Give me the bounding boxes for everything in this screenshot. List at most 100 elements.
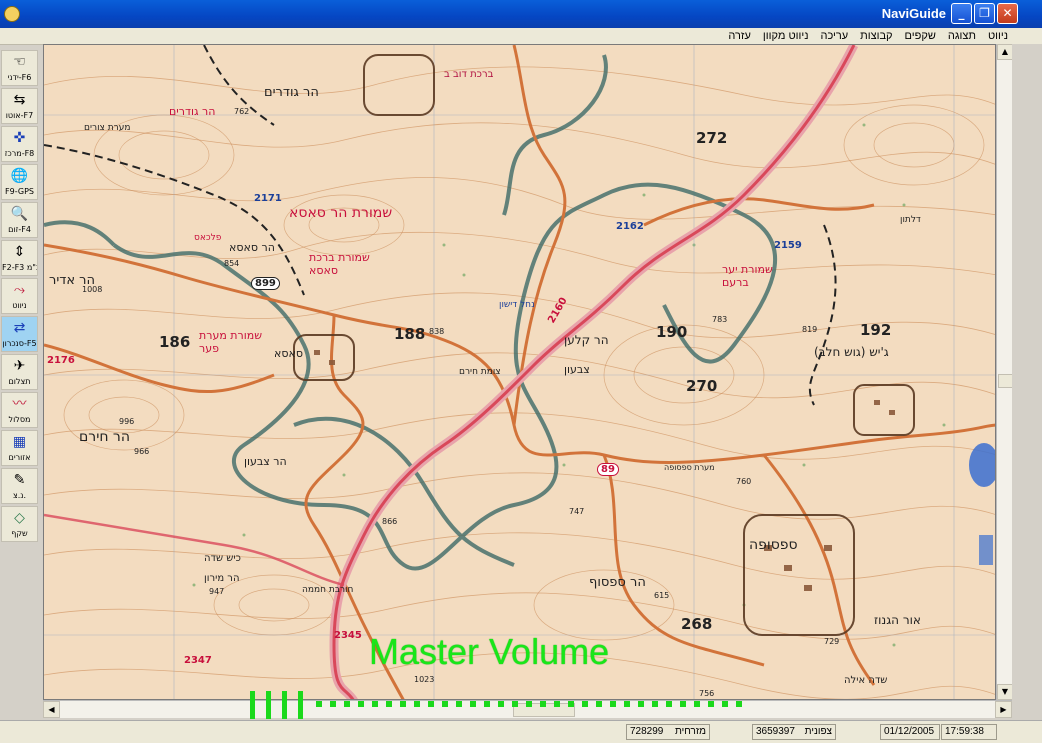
osd-volume-dot (652, 701, 658, 707)
tool-gps-button[interactable]: 🌐 F9-GPS (1, 164, 38, 200)
north-label: צפונית (804, 726, 832, 737)
tool-manual-button[interactable]: ☜ ידני-F6 (1, 50, 38, 86)
road-number: 2171 (254, 193, 282, 204)
east-coordinate: 728299 מזרחית (626, 724, 710, 740)
scroll-down-icon[interactable]: ▼ (997, 684, 1013, 700)
menu-layers[interactable]: שקפים (905, 28, 936, 44)
osd-volume-dot (316, 701, 322, 707)
east-label: מזרחית (674, 726, 706, 737)
map-label: מערת ספסופה (664, 463, 715, 472)
tool-sync-button[interactable]: ⇄ סנכרון-F5 (1, 316, 38, 352)
north-coordinate: 3659397 צפונית (752, 724, 836, 740)
osd-volume-tick (298, 691, 303, 719)
areas-icon: ▦ (12, 434, 27, 450)
tool-center-button[interactable]: ✜ מרכז-F8 (1, 126, 38, 162)
scroll-left-icon[interactable]: ◀ (43, 701, 60, 718)
tool-route-button[interactable]: ⤳ ניווט (1, 278, 38, 314)
osd-volume-dot (484, 701, 490, 707)
route-icon: ⤳ (13, 282, 26, 298)
hand-pointer-icon: ☜ (13, 54, 26, 70)
maximize-button[interactable]: ❐ (974, 3, 995, 24)
map-label: הר חירם (79, 429, 130, 445)
osd-volume-dot (540, 701, 546, 707)
osd-volume-dot (624, 701, 630, 707)
osd-volume-dot (582, 701, 588, 707)
window-edge (1012, 44, 1042, 720)
tool-areas-button[interactable]: ▦ אזורים (1, 430, 38, 466)
map-label: הר סאסא (229, 241, 275, 254)
map-label: מערת צורים (84, 123, 131, 133)
spot-height: 756 (699, 689, 715, 698)
track-icon: 〰 (12, 396, 27, 412)
vertical-scroll-thumb[interactable] (998, 374, 1013, 388)
osd-volume-dot (498, 701, 504, 707)
osd-volume-dot (596, 701, 602, 707)
status-bar: 728299 מזרחית 3659397 צפונית 01/12/2005 … (0, 720, 1042, 743)
spot-height: 729 (824, 637, 840, 646)
osd-volume-tick (282, 691, 287, 719)
window-title: NaviGuide (881, 6, 946, 21)
osd-volume-dot (526, 701, 532, 707)
map-label: הר מירון (204, 573, 240, 584)
layer-icon: ◇ (14, 510, 25, 526)
tool-scale-button[interactable]: ⇕F2-F3 קנ"מ (1, 240, 38, 276)
osd-volume-dot (358, 701, 364, 707)
osd-volume-dot (414, 701, 420, 707)
vertical-scrollbar[interactable]: ▲ ▼ (996, 44, 1013, 700)
osd-volume-dot (736, 701, 742, 707)
tool-zoom-button[interactable]: 🔍 זום-F4 (1, 202, 38, 238)
tool-auto-button[interactable]: ⇆ אוטו-F7 (1, 88, 38, 124)
map-label: נחל דישון (499, 300, 535, 310)
spot-height: 866 (382, 517, 398, 526)
road-number: 2176 (47, 355, 75, 366)
osd-volume-dot (512, 701, 518, 707)
map-label: צבעון (564, 363, 590, 376)
scroll-right-icon[interactable]: ▶ (995, 701, 1012, 718)
menu-online-navigation[interactable]: ניווט מקוון (763, 28, 809, 44)
menu-groups[interactable]: קבוצות (860, 28, 892, 44)
osd-volume-dot (708, 701, 714, 707)
spot-height: 819 (802, 325, 818, 334)
map-label: דלתון (900, 215, 921, 225)
tool-track-button[interactable]: 〰 מסלול (1, 392, 38, 428)
scroll-up-icon[interactable]: ▲ (997, 44, 1013, 60)
map-label: צומת חירם (459, 367, 501, 377)
close-button[interactable]: ✕ (997, 3, 1018, 24)
spot-height: 762 (234, 107, 250, 116)
spot-height: 747 (569, 507, 585, 516)
osd-volume-dot (470, 701, 476, 707)
menu-navigation[interactable]: ניווט (988, 28, 1008, 44)
osd-volume-dot (694, 701, 700, 707)
osd-master-volume-text: Master Volume (369, 631, 610, 672)
map-label: סאסא (274, 347, 303, 360)
spot-height: 783 (712, 315, 728, 324)
osd-volume-tick (250, 691, 255, 719)
menu-bar: ניווט תצוגה שקפים קבוצות עריכה ניווט מקו… (0, 28, 1042, 45)
menu-view[interactable]: תצוגה (948, 28, 976, 44)
east-value: 728299 (630, 726, 664, 737)
osd-volume-dot (372, 701, 378, 707)
osd-volume-dot (386, 701, 392, 707)
map-label: הר צבעון (244, 455, 287, 468)
app-icon[interactable] (4, 6, 20, 22)
map-view[interactable]: ברכת דוב ב הר גודרים הר גודרים מערת צורי… (43, 44, 996, 700)
topographic-map[interactable] (44, 45, 996, 700)
map-label: שמורת מערת פער (199, 329, 262, 355)
grid-number: 192 (860, 321, 892, 339)
menu-help[interactable]: עזרה (728, 28, 750, 44)
minimize-button[interactable]: _ (951, 3, 972, 24)
tool-photo-button[interactable]: ✈ תצלום (1, 354, 38, 390)
menu-edit[interactable]: עריכה (820, 28, 848, 44)
tool-layer-button[interactable]: ◇ שקף (1, 506, 38, 542)
osd-volume-dot (442, 701, 448, 707)
zoom-magnifier-icon: 🔍 (10, 206, 29, 222)
aerial-photo-icon: ✈ (13, 358, 26, 374)
spot-height: 1023 (414, 675, 435, 684)
osd-volume-dot (666, 701, 672, 707)
tool-coordinate-button[interactable]: ✎ נ.צ. (1, 468, 38, 504)
grid-number: 186 (159, 333, 191, 351)
map-label: הר גודרים (169, 105, 216, 118)
spot-height: 996 (119, 417, 135, 426)
map-label: שמורת הר סאסא (289, 205, 393, 221)
globe-icon: 🌐 (10, 168, 29, 184)
